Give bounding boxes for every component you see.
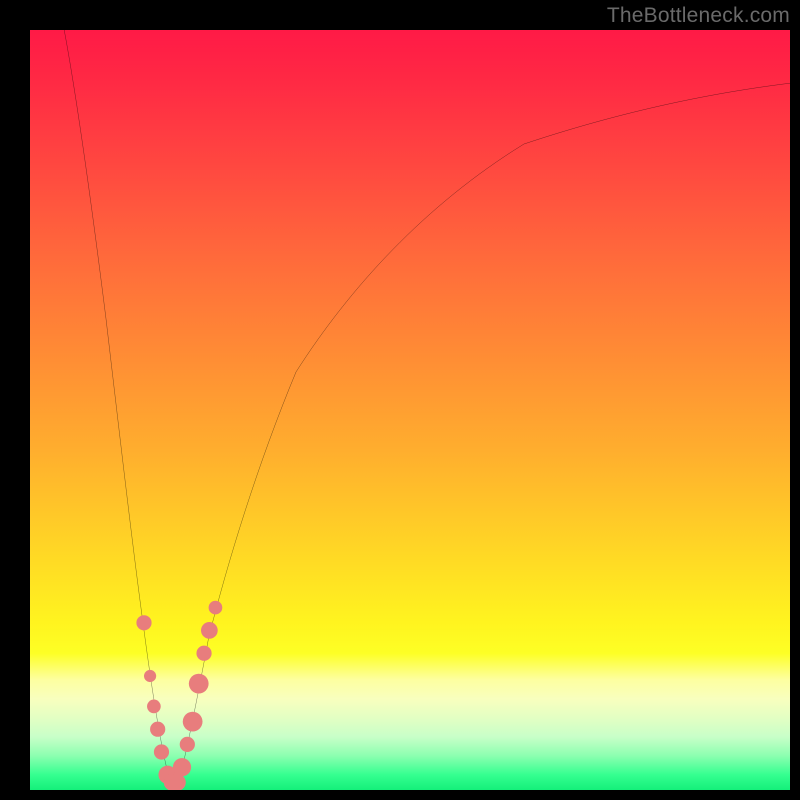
data-marker: [173, 758, 191, 776]
data-marker: [136, 615, 151, 630]
marker-cluster: [136, 601, 222, 790]
plot-area: [30, 30, 790, 790]
data-marker: [189, 674, 209, 694]
data-marker: [180, 737, 195, 752]
data-marker: [144, 670, 156, 682]
data-marker: [169, 774, 186, 790]
bottleneck-curve: [30, 30, 790, 790]
data-marker: [209, 601, 223, 615]
data-marker: [196, 646, 211, 661]
watermark-label: TheBottleneck.com: [607, 4, 790, 28]
data-marker: [183, 712, 203, 732]
curve-path: [64, 30, 790, 790]
chart-frame: TheBottleneck.com: [0, 0, 800, 800]
data-marker: [150, 722, 165, 737]
data-marker: [201, 622, 218, 639]
data-marker: [154, 744, 169, 759]
data-marker: [147, 700, 161, 714]
